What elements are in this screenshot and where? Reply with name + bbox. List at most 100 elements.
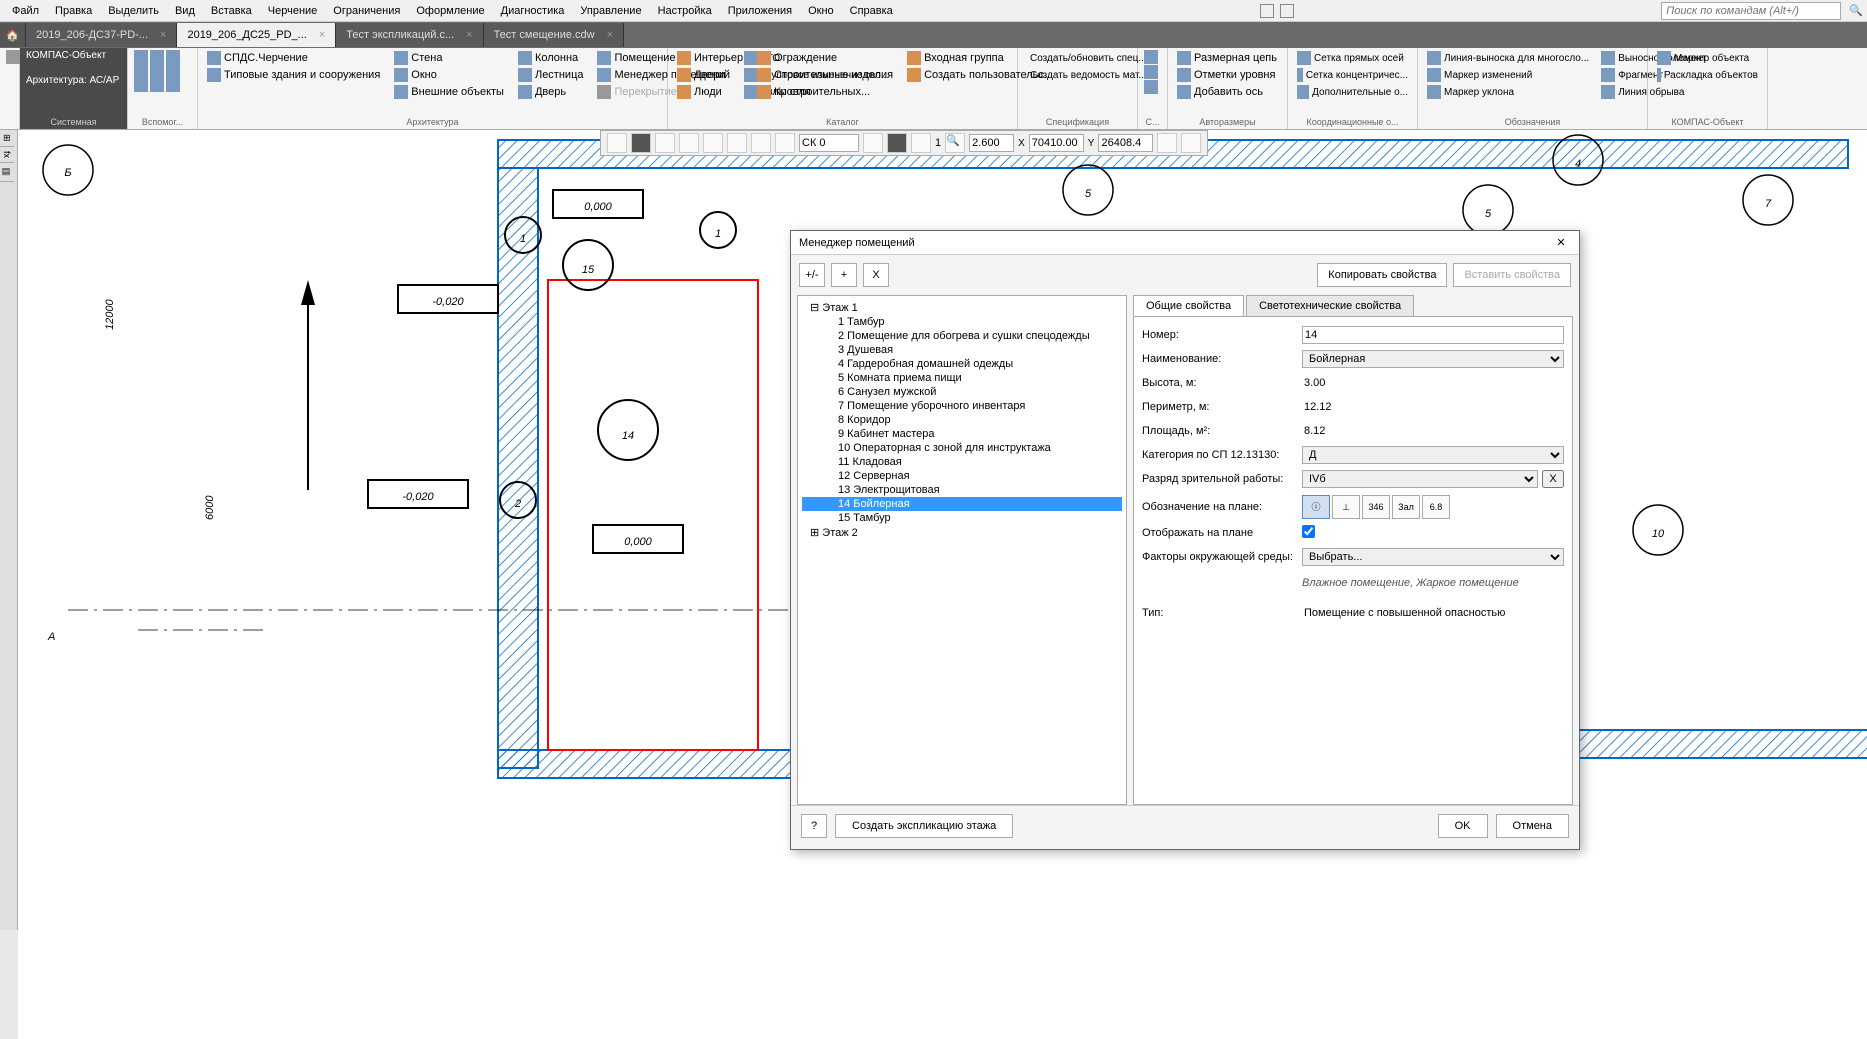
menu-file[interactable]: Файл — [4, 3, 47, 19]
tree-room-item[interactable]: 6 Санузел мужской — [802, 385, 1122, 399]
razryad-clear-btn[interactable]: X — [1542, 470, 1564, 488]
menu-select[interactable]: Выделить — [100, 3, 167, 19]
slab-btn[interactable]: Дверь — [515, 84, 587, 100]
tool-btn[interactable] — [631, 133, 651, 153]
tool-icon[interactable] — [166, 50, 180, 64]
menu-manage[interactable]: Управление — [572, 3, 649, 19]
tree-room-item[interactable]: 2 Помещение для обогрева и сушки спецоде… — [802, 329, 1122, 343]
spec-create-btn[interactable]: Создать/обновить спец... — [1024, 50, 1131, 66]
search-icon[interactable]: 🔍 — [1849, 4, 1863, 17]
tree-room-item[interactable]: 1 Тамбур — [802, 315, 1122, 329]
menu-help[interactable]: Справка — [842, 3, 901, 19]
tree-room-item[interactable]: 5 Комната приема пищи — [802, 371, 1122, 385]
ugo-btn[interactable]: Типовые здания и сооружения — [204, 67, 383, 83]
people-btn[interactable]: Люди — [674, 84, 746, 100]
menu-diag[interactable]: Диагностика — [493, 3, 573, 19]
tool-btn[interactable] — [679, 133, 699, 153]
close-icon[interactable]: ✕ — [1551, 236, 1571, 249]
tool-icon[interactable] — [150, 78, 164, 92]
stairs-btn[interactable]: Лестница — [515, 67, 587, 83]
y-input[interactable] — [1098, 134, 1153, 152]
tool-btn[interactable] — [775, 133, 795, 153]
dim-chain-btn[interactable]: Размерная цепь — [1174, 50, 1281, 66]
gear-icon[interactable] — [1144, 65, 1158, 79]
tree-floor2[interactable]: Этаж 2 — [802, 525, 1122, 540]
doc-tab-3[interactable]: Тест смещение.cdw× — [484, 23, 624, 47]
gear-icon[interactable] — [1144, 80, 1158, 94]
command-search[interactable] — [1661, 2, 1841, 20]
tool-icon[interactable] — [150, 64, 164, 78]
layout-btn[interactable]: Раскладка объектов — [1654, 67, 1761, 83]
menu-settings[interactable]: Настройка — [650, 3, 720, 19]
gear-icon[interactable] — [1144, 50, 1158, 64]
tool-icon[interactable] — [150, 50, 164, 64]
menu-draw[interactable]: Черчение — [260, 3, 326, 19]
slope-marker-btn[interactable]: Маркер уклона — [1424, 84, 1592, 100]
zoom-icon[interactable]: 🔍 — [945, 133, 965, 153]
dialog-titlebar[interactable]: Менеджер помещений ✕ — [791, 231, 1579, 255]
sk-input[interactable] — [799, 134, 859, 152]
grid-straight-btn[interactable]: Сетка прямых осей — [1294, 50, 1411, 66]
room-tree[interactable]: Этаж 1 1 Тамбур2 Помещение для обогрева … — [797, 295, 1127, 805]
menu-edit[interactable]: Правка — [47, 3, 100, 19]
close-icon[interactable]: × — [607, 29, 613, 41]
mark-style-0[interactable]: ⓘ — [1302, 495, 1330, 519]
doc-tab-2[interactable]: Тест экспликаций.с...× — [336, 23, 483, 47]
x-input[interactable] — [1029, 134, 1084, 152]
ok-button[interactable]: OK — [1438, 814, 1488, 838]
razryad-select[interactable]: IVб — [1302, 470, 1538, 488]
tree-room-item[interactable]: 15 Тамбур — [802, 511, 1122, 525]
copy-props-btn[interactable]: Копировать свойства — [1317, 263, 1447, 287]
home-button[interactable]: 🏠 — [0, 23, 26, 47]
door-btn[interactable]: Внешние объекты — [391, 84, 507, 100]
tool-icon[interactable] — [134, 78, 148, 92]
mark-style-4[interactable]: 6.8 — [1422, 495, 1450, 519]
doors-cat-btn[interactable]: Двери — [674, 67, 746, 83]
menu-apps[interactable]: Приложения — [720, 3, 800, 19]
export-explication-btn[interactable]: Создать экспликацию этажа — [835, 814, 1013, 838]
tool-btn[interactable] — [655, 133, 675, 153]
tool-btn[interactable] — [1181, 133, 1201, 153]
tree-room-item[interactable]: 11 Кладовая — [802, 455, 1122, 469]
leader-btn[interactable]: Линия-выноска для многосло... — [1424, 50, 1592, 66]
tree-room-item[interactable]: 13 Электрощитовая — [802, 483, 1122, 497]
menu-format[interactable]: Оформление — [408, 3, 492, 19]
obj-marker-btn[interactable]: Маркер объекта — [1654, 50, 1761, 66]
tree-floor1[interactable]: Этаж 1 — [802, 300, 1122, 315]
tool-btn[interactable] — [703, 133, 723, 153]
wall-btn[interactable]: Стена — [391, 50, 507, 66]
delete-btn[interactable]: X — [863, 263, 889, 287]
tool-btn[interactable] — [911, 133, 931, 153]
tool-icon[interactable] — [166, 78, 180, 92]
tree-room-item[interactable]: 8 Коридор — [802, 413, 1122, 427]
tree-room-item[interactable]: 9 Кабинет мастера — [802, 427, 1122, 441]
tree-room-item[interactable]: 7 Помещение уборочного инвентаря — [802, 399, 1122, 413]
change-marker-btn[interactable]: Маркер изменений — [1424, 67, 1592, 83]
add-btn[interactable]: + — [831, 263, 857, 287]
category-select[interactable]: Д — [1302, 446, 1564, 464]
vtab-1[interactable]: ⊞ — [0, 130, 14, 147]
win-icon-2[interactable] — [1280, 4, 1294, 18]
tool-btn[interactable] — [727, 133, 747, 153]
vtab-3[interactable]: ▤ — [0, 163, 14, 182]
column-btn[interactable]: Колонна — [515, 50, 587, 66]
menu-window[interactable]: Окно — [800, 3, 842, 19]
tool-btn[interactable] — [1157, 133, 1177, 153]
mark-style-2[interactable]: 346 — [1362, 495, 1390, 519]
tab-general[interactable]: Общие свойства — [1133, 295, 1244, 316]
menu-insert[interactable]: Вставка — [203, 3, 260, 19]
tree-room-item[interactable]: 12 Серверная — [802, 469, 1122, 483]
tab-lighting[interactable]: Светотехнические свойства — [1246, 295, 1414, 316]
level-btn[interactable]: Отметки уровня — [1174, 67, 1281, 83]
factors-select[interactable]: Выбрать... — [1302, 548, 1564, 566]
spds-btn[interactable]: СПДС.Черчение — [204, 50, 383, 66]
menu-constraints[interactable]: Ограничения — [325, 3, 408, 19]
mark-style-1[interactable]: ⊥ — [1332, 495, 1360, 519]
spec-list-btn[interactable]: Создать ведомость мат... — [1024, 67, 1131, 83]
number-input[interactable] — [1302, 326, 1564, 344]
tree-room-item[interactable]: 3 Душевая — [802, 343, 1122, 357]
window-btn[interactable]: Окно — [391, 67, 507, 83]
mark-style-3[interactable]: Зал — [1392, 495, 1420, 519]
doc-tab-0[interactable]: 2019_206-ДС37-PD-...× — [26, 23, 177, 47]
tool-icon[interactable] — [134, 64, 148, 78]
